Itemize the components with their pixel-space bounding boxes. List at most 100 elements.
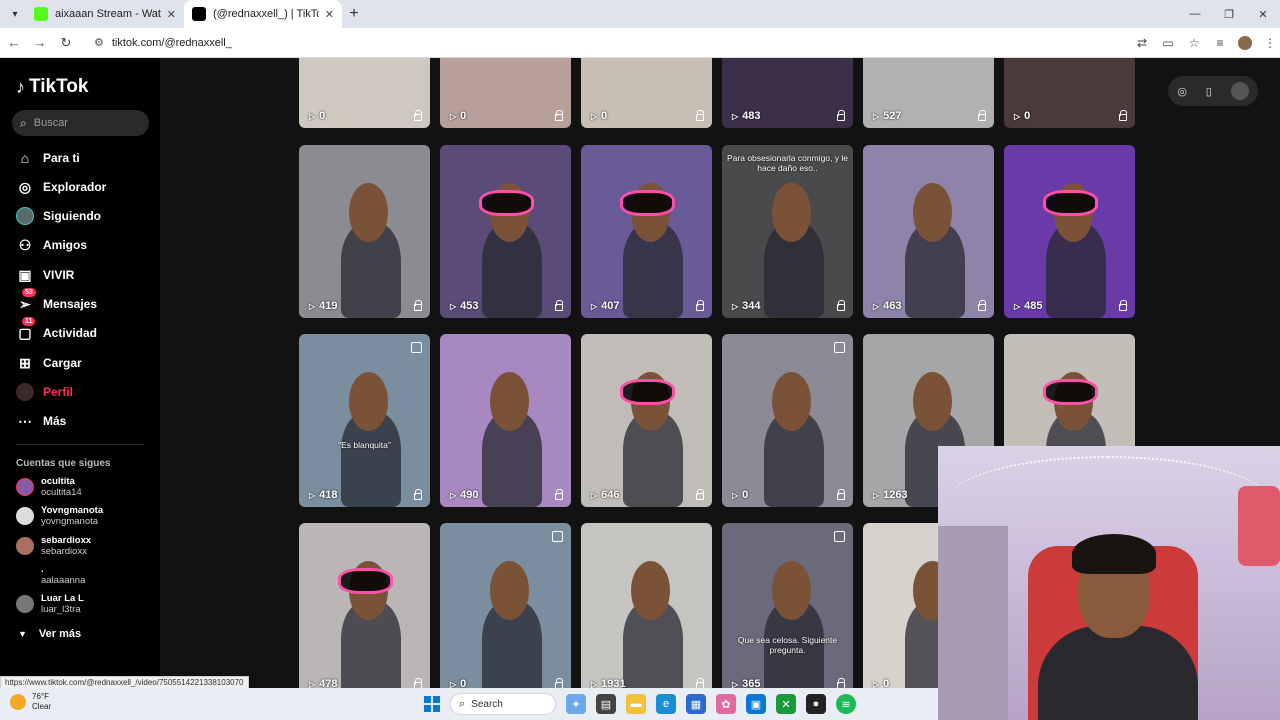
phone-icon[interactable]: ▯ [1206,85,1212,98]
nav-amigos[interactable]: ⚇ Amigos [16,234,87,256]
video-tile[interactable]: Que sea celosa. Siguiente pregunta. ▷ 365 [722,523,853,688]
account-handle: sebardioxx [41,546,87,557]
divider [16,444,144,445]
menu-icon[interactable]: ⋮ [1262,36,1278,50]
video-tile[interactable]: ▷ 485 [1004,145,1135,318]
video-tile[interactable]: ▷ 419 [299,145,430,318]
nav-vivir[interactable]: ▣ VIVIR [16,264,74,286]
upload-icon: ⊞ [19,354,31,371]
video-thumbnail-head [912,372,953,431]
view-count: ▷ 0 [732,489,748,501]
edge-icon[interactable]: e [656,694,676,714]
nav-cargar[interactable]: ⊞ Cargar [16,352,82,374]
lock-icon [837,300,845,311]
cast-icon[interactable]: ▭ [1160,36,1176,50]
xbox-icon[interactable]: ✕ [776,694,796,714]
account-avatar [16,507,34,525]
following-account[interactable]: sebardioxx sebardioxx [16,535,91,557]
video-tile[interactable]: Para obsesionarla conmigo, y le hace dañ… [722,145,853,318]
window-controls: — ❐ ✕ [1178,0,1280,28]
following-account[interactable]: ocultita ocultita14 [16,476,82,498]
video-tile[interactable]: ▷ 0 [722,334,853,507]
carousel-icon [834,342,845,353]
video-tile[interactable]: ▷ 0 [1004,58,1135,128]
reload-icon[interactable]: ↻ [54,31,78,55]
close-icon[interactable]: ✕ [325,8,334,21]
view-count: ▷ 1931 [591,678,626,688]
taskbar-search[interactable]: ⌕ Search [450,693,556,715]
video-tile[interactable]: ▷ 0 [299,58,430,128]
file-explorer-icon[interactable]: ▬ [626,694,646,714]
video-tile[interactable]: ▷ 0 [440,523,571,688]
task-view-icon[interactable]: ▤ [596,694,616,714]
windows-start-icon[interactable] [424,696,440,712]
view-count: ▷ 418 [309,489,338,501]
video-tile[interactable]: ▷ 453 [440,145,571,318]
tiktok-logo[interactable]: ♪ TikTok [16,76,88,98]
video-tile[interactable]: ▷ 483 [722,58,853,128]
video-tile[interactable]: ▷ 490 [440,334,571,507]
video-tile[interactable]: ▷ 0 [440,58,571,128]
video-thumbnail-head [489,372,530,431]
nav-mensajes[interactable]: ➢ 53 Mensajes [16,288,97,315]
string-lights-image [948,456,1268,546]
minimize-icon[interactable]: — [1178,0,1212,28]
browser-tab-tiktok[interactable]: (@rednaxxell_) | TikTok ✕ [184,0,342,28]
app-window-icon[interactable]: ▣ [746,694,766,714]
streamer-body-image [1038,626,1198,720]
spotify-icon[interactable]: ≋ [836,694,856,714]
video-tile[interactable]: ▷ 0 [581,58,712,128]
following-account[interactable]: . aalaaanna [16,564,85,586]
following-account[interactable]: Yovngmanota yovngmanota [16,505,103,527]
media-icon[interactable]: ≡ [1212,36,1228,50]
view-count-value: 527 [883,110,902,122]
nav-mas[interactable]: ⋯ Más [16,410,66,432]
store-icon[interactable]: ▦ [686,694,706,714]
streamer-hair-image [1072,534,1156,574]
following-account[interactable]: Luar La Lluar_l3tra [16,593,84,615]
browser-tab-kick[interactable]: aixaaan Stream - Watch Live on ✕ [26,0,184,28]
nav-para-ti[interactable]: ⌂ Para ti [16,147,80,169]
copilot-icon[interactable]: ✦ [566,694,586,714]
taskbar-search-label: Search [471,698,503,710]
close-window-icon[interactable]: ✕ [1246,0,1280,28]
video-tile[interactable]: "Es blanquita" ▷ 418 [299,334,430,507]
translate-icon[interactable]: ⇄ [1134,36,1150,50]
nav-actividad[interactable]: ▢ 11 Actividad [16,317,98,344]
video-tile[interactable]: ▷ 478 [299,523,430,688]
photos-icon[interactable]: ✿ [716,694,736,714]
search-input[interactable]: ⌕ Buscar [12,110,149,136]
view-count: ▷ 419 [309,300,338,312]
lock-icon [978,110,986,121]
video-tile[interactable]: ▷ 407 [581,145,712,318]
back-icon[interactable]: ← [2,31,26,55]
video-tile[interactable]: ▷ 463 [863,145,994,318]
tab-search-chevron-icon[interactable]: ▾ [4,3,26,25]
see-more-button[interactable]: ▼ Ver más [18,628,81,640]
play-icon: ▷ [309,301,316,311]
logo-text: TikTok [29,76,89,97]
bookmark-star-icon[interactable]: ☆ [1186,36,1202,50]
restore-icon[interactable]: ❐ [1212,0,1246,28]
taskbar-apps: ⌕ Search ✦ ▤ ▬ e ▦ ✿ ▣ ✕ ● ≋ [424,693,856,715]
weather-widget[interactable]: 76°F Clear [10,692,51,712]
profile-avatar[interactable] [1230,82,1249,100]
profile-avatar[interactable] [1238,35,1252,50]
obs-icon[interactable]: ● [806,694,826,714]
nav-label: Más [43,414,67,428]
video-tile[interactable]: ▷ 1931 [581,523,712,688]
nav-explorador[interactable]: ◎ Explorador [16,176,106,198]
video-tile[interactable]: ▷ 646 [581,334,712,507]
site-info-icon[interactable]: ⚙ [94,36,104,49]
new-tab-button[interactable]: + [342,5,366,23]
forward-icon[interactable]: → [28,31,52,55]
address-bar[interactable]: ⚙ tiktok.com/@rednaxxell_ [86,30,1126,55]
nav-perfil[interactable]: Perfil [16,381,73,403]
account-name: Yovngmanota [41,505,104,516]
video-tile[interactable]: ▷ 527 [863,58,994,128]
activity-icon: ▢ 11 [16,317,36,342]
close-icon[interactable]: ✕ [167,8,176,21]
nav-siguiendo[interactable]: Siguiendo [16,205,101,227]
compass-icon[interactable]: ◎ [1177,85,1187,98]
nav-label: Actividad [43,326,98,340]
